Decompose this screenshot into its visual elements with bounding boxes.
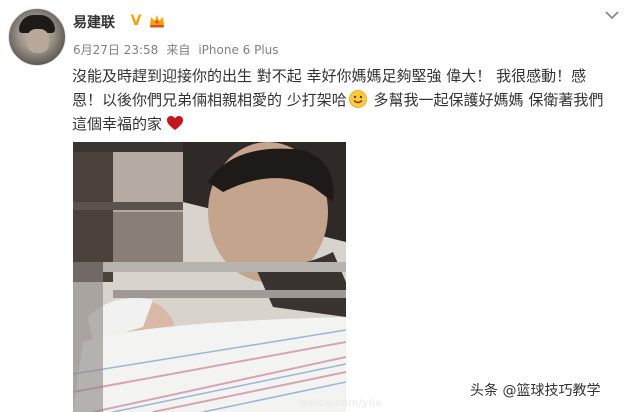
member-crown-icon	[150, 15, 164, 28]
avatar[interactable]	[8, 8, 66, 66]
avatar-face	[27, 29, 49, 53]
toutiao-source-watermark: 头条 @篮球技巧教学	[470, 383, 601, 399]
post-text-line-3-a: 這個幸福的家	[72, 115, 163, 133]
source-prefix: 来自	[166, 43, 191, 57]
post-photo[interactable]	[73, 142, 346, 412]
verified-v-icon: V	[130, 13, 142, 29]
post-text-line-2-a: 恩！以後你們兄弟倆相親相愛的 少打架哈	[72, 91, 347, 109]
post-meta: 6月27日 23:58 来自 iPhone 6 Plus	[73, 41, 287, 58]
post-text-line-2: 恩！以後你們兄弟倆相親相愛的 少打架哈 多幫我一起保護好媽媽 保衛著我們	[72, 88, 624, 112]
smile-emoji-icon	[348, 90, 367, 108]
post-text-line-3: 這個幸福的家	[72, 112, 624, 136]
photo-watermark: weibo.com/ylia	[300, 398, 382, 409]
post-text-line-1: 沒能及時趕到迎接你的出生 對不起 幸好你媽媽足夠堅強 偉大！ 我很感動！感	[72, 67, 587, 85]
chevron-down-icon[interactable]	[604, 8, 620, 22]
red-heart-icon	[167, 116, 184, 130]
post-text: 沒能及時趕到迎接你的出生 對不起 幸好你媽媽足夠堅強 偉大！ 我很感動！感 恩！…	[72, 64, 624, 136]
device-link[interactable]: iPhone 6 Plus	[198, 43, 278, 57]
username[interactable]: 易建联	[73, 12, 115, 32]
post-text-line-2-b: 多幫我一起保護好媽媽 保衛著我們	[368, 91, 604, 109]
post-date[interactable]: 6月27日 23:58	[73, 43, 158, 57]
